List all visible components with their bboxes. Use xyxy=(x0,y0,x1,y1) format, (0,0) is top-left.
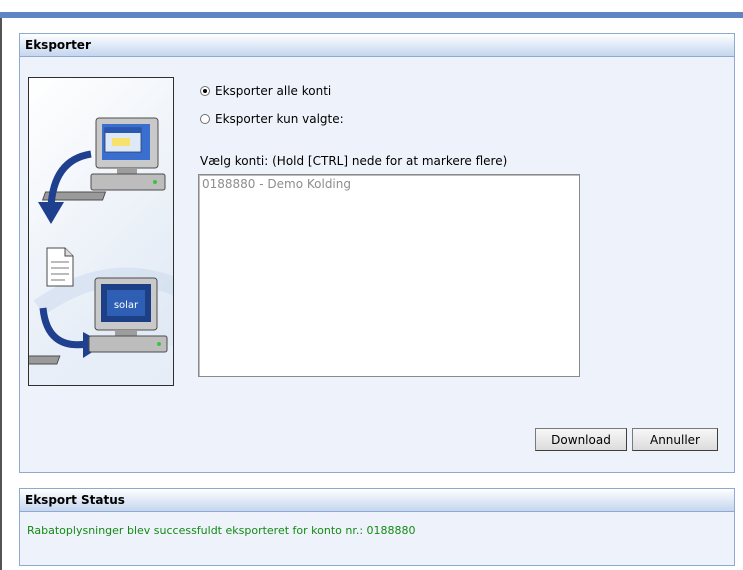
radio-export-all-label[interactable]: Eksporter alle konti xyxy=(215,84,331,98)
export-panel-title: Eksporter xyxy=(20,34,734,57)
export-illustration: solar xyxy=(28,77,174,386)
computer-top-icon xyxy=(41,117,166,201)
accounts-listbox[interactable]: 0188880 - Demo Kolding xyxy=(198,174,580,377)
export-status-panel: Eksport Status Rabatoplysninger blev suc… xyxy=(19,488,735,566)
export-illustration-graphic: solar xyxy=(29,117,173,385)
top-accent-bar xyxy=(0,12,743,18)
document-icon xyxy=(46,247,74,287)
export-status-title: Eksport Status xyxy=(20,489,734,512)
account-option[interactable]: 0188880 - Demo Kolding xyxy=(202,177,576,192)
export-panel: Eksporter solar Eksporter alle konti Eks… xyxy=(19,33,735,473)
cancel-button[interactable]: Annuller xyxy=(632,428,718,451)
radio-export-selected[interactable]: Eksporter kun valgte: xyxy=(200,110,344,128)
solar-logo-text: solar xyxy=(114,300,139,311)
left-border-rule xyxy=(0,18,2,570)
accounts-label: Vælg konti: (Hold [CTRL] nede for at mar… xyxy=(200,154,508,168)
radio-export-selected-circle[interactable] xyxy=(200,114,210,124)
arrow-right-icon xyxy=(39,307,88,349)
export-status-message: Rabatoplysninger blev successfuldt ekspo… xyxy=(27,524,416,537)
radio-export-all[interactable]: Eksporter alle konti xyxy=(200,82,331,100)
download-button[interactable]: Download xyxy=(535,428,627,451)
radio-export-all-circle[interactable] xyxy=(200,86,210,96)
radio-export-selected-label[interactable]: Eksporter kun valgte: xyxy=(215,112,344,126)
